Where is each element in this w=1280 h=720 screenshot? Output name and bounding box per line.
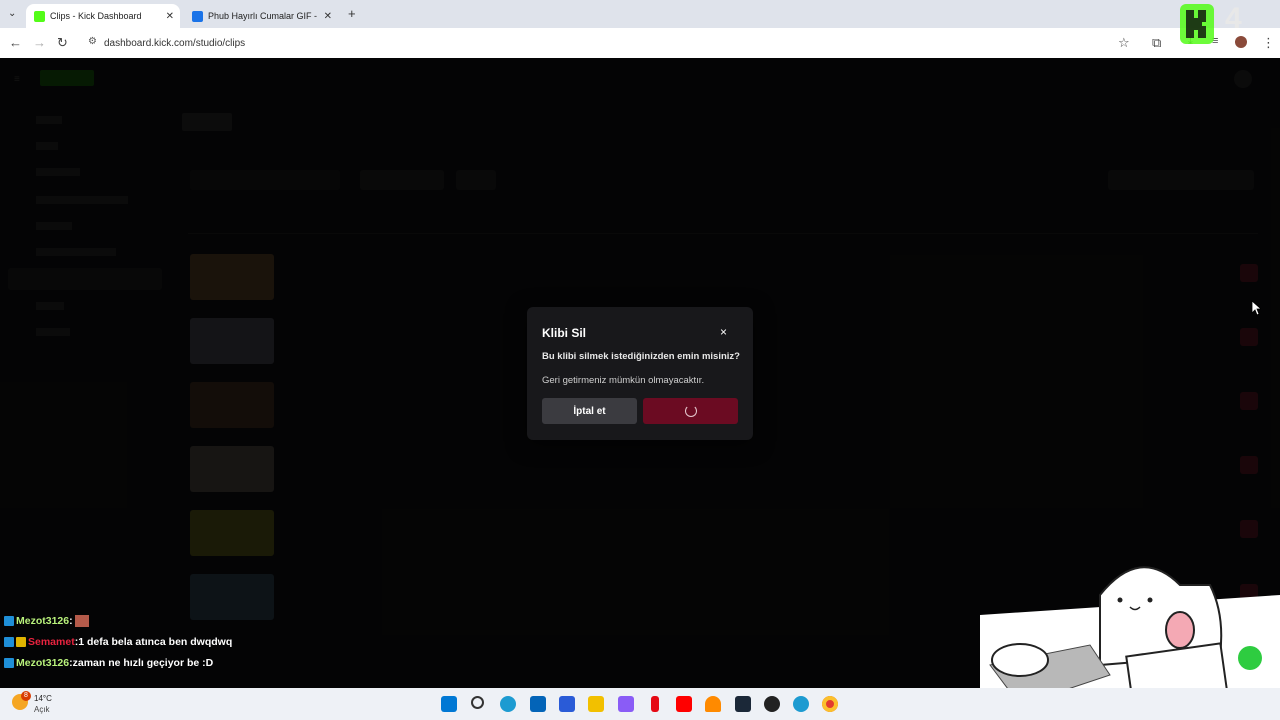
- edge-icon[interactable]: [500, 696, 516, 712]
- tab-kick-clips[interactable]: Clips - Kick Dashboard ✕: [26, 4, 180, 28]
- weather-badge: 8: [21, 691, 31, 701]
- cloud-app-icon[interactable]: [705, 696, 721, 712]
- chat-message: Semamet : 1 defa bela atınca ben dwqdwq: [4, 636, 232, 648]
- weather-desc: Açık: [34, 705, 50, 714]
- subscriber-badge-icon: [4, 637, 14, 647]
- chat-separator: :: [69, 615, 73, 627]
- file-explorer-icon[interactable]: [588, 696, 604, 712]
- loading-spinner-icon: [684, 405, 697, 417]
- netflix-icon[interactable]: [651, 696, 659, 712]
- copilot-icon[interactable]: [618, 696, 634, 712]
- url-text: dashboard.kick.com/studio/clips: [104, 37, 246, 49]
- steam-icon[interactable]: [735, 696, 751, 712]
- chat-text: zaman ne hızlı geçiyor be :D: [72, 657, 214, 669]
- tab-search-icon[interactable]: ⌄: [8, 8, 16, 19]
- dialog-note: Geri getirmeniz mümkün olmayacaktır.: [542, 375, 705, 386]
- emote-icon: [74, 615, 89, 627]
- tab-gif[interactable]: Phub Hayırlı Cumalar GIF - Phu ✕: [184, 4, 338, 28]
- forward-icon[interactable]: →: [33, 35, 46, 50]
- new-tab-button[interactable]: +: [348, 6, 356, 21]
- cancel-button[interactable]: İptal et: [542, 398, 637, 424]
- kick-favicon-icon: [34, 10, 45, 22]
- gif-favicon-icon: [192, 10, 203, 22]
- close-tab-icon[interactable]: ✕: [166, 11, 174, 22]
- reload-icon[interactable]: ↻: [57, 35, 68, 51]
- chat-message: Mezot3126 : zaman ne hızlı geçiyor be :D: [4, 657, 213, 669]
- kick-number: 4: [1225, 2, 1242, 35]
- start-icon[interactable]: [441, 696, 457, 712]
- crown-badge-icon: [16, 637, 26, 647]
- chat-text: 1 defa bela atınca ben dwqdwq: [78, 636, 233, 648]
- dialog-question: Bu klibi silmek istediğinizden emin misi…: [542, 351, 740, 362]
- address-bar[interactable]: ⚙ dashboard.kick.com/studio/clips: [80, 32, 1140, 54]
- chat-username: Mezot3126: [16, 615, 70, 627]
- dialog-title: Klibi Sil: [542, 326, 587, 340]
- youtube-icon[interactable]: [676, 696, 692, 712]
- edge-dev-icon[interactable]: [793, 696, 809, 712]
- chat-username: Mezot3126: [16, 657, 70, 669]
- chat-username: Semamet: [28, 636, 75, 648]
- taskbar: 8 14°C Açık: [0, 688, 1280, 720]
- weather-temp: 14°C: [34, 694, 52, 703]
- menu-icon[interactable]: ⋮: [1262, 35, 1275, 51]
- search-icon[interactable]: [471, 696, 484, 709]
- tab-title: Clips - Kick Dashboard: [50, 11, 142, 21]
- delete-clip-dialog: Klibi Sil × Bu klibi silmek istediğinizd…: [527, 307, 753, 440]
- close-tab-icon[interactable]: ✕: [324, 11, 332, 22]
- confirm-delete-button[interactable]: [643, 398, 738, 424]
- close-icon[interactable]: ×: [720, 325, 727, 339]
- tab-strip: ⌄ Clips - Kick Dashboard ✕ Phub Hayırlı …: [0, 0, 1280, 28]
- tab-title: Phub Hayırlı Cumalar GIF - Phu: [208, 11, 320, 21]
- subscriber-badge-icon: [4, 658, 14, 668]
- app-icon[interactable]: [559, 696, 575, 712]
- chat-message: Mezot3126 :: [4, 615, 89, 627]
- chrome-icon[interactable]: [822, 696, 838, 712]
- browser-toolbar: ← → ↻ ⚙ dashboard.kick.com/studio/clips …: [0, 28, 1280, 58]
- browser-chrome: ⌄ Clips - Kick Dashboard ✕ Phub Hayırlı …: [0, 0, 1280, 58]
- outlook-icon[interactable]: [530, 696, 546, 712]
- mouse-cursor-icon: [1251, 300, 1261, 316]
- extensions-icon[interactable]: ⧉: [1152, 35, 1161, 51]
- back-icon[interactable]: ←: [9, 35, 22, 50]
- subscriber-badge-icon: [4, 616, 14, 626]
- bookmark-star-icon[interactable]: ☆: [1118, 35, 1130, 51]
- obs-icon[interactable]: [764, 696, 780, 712]
- site-info-icon[interactable]: ⚙: [88, 36, 97, 47]
